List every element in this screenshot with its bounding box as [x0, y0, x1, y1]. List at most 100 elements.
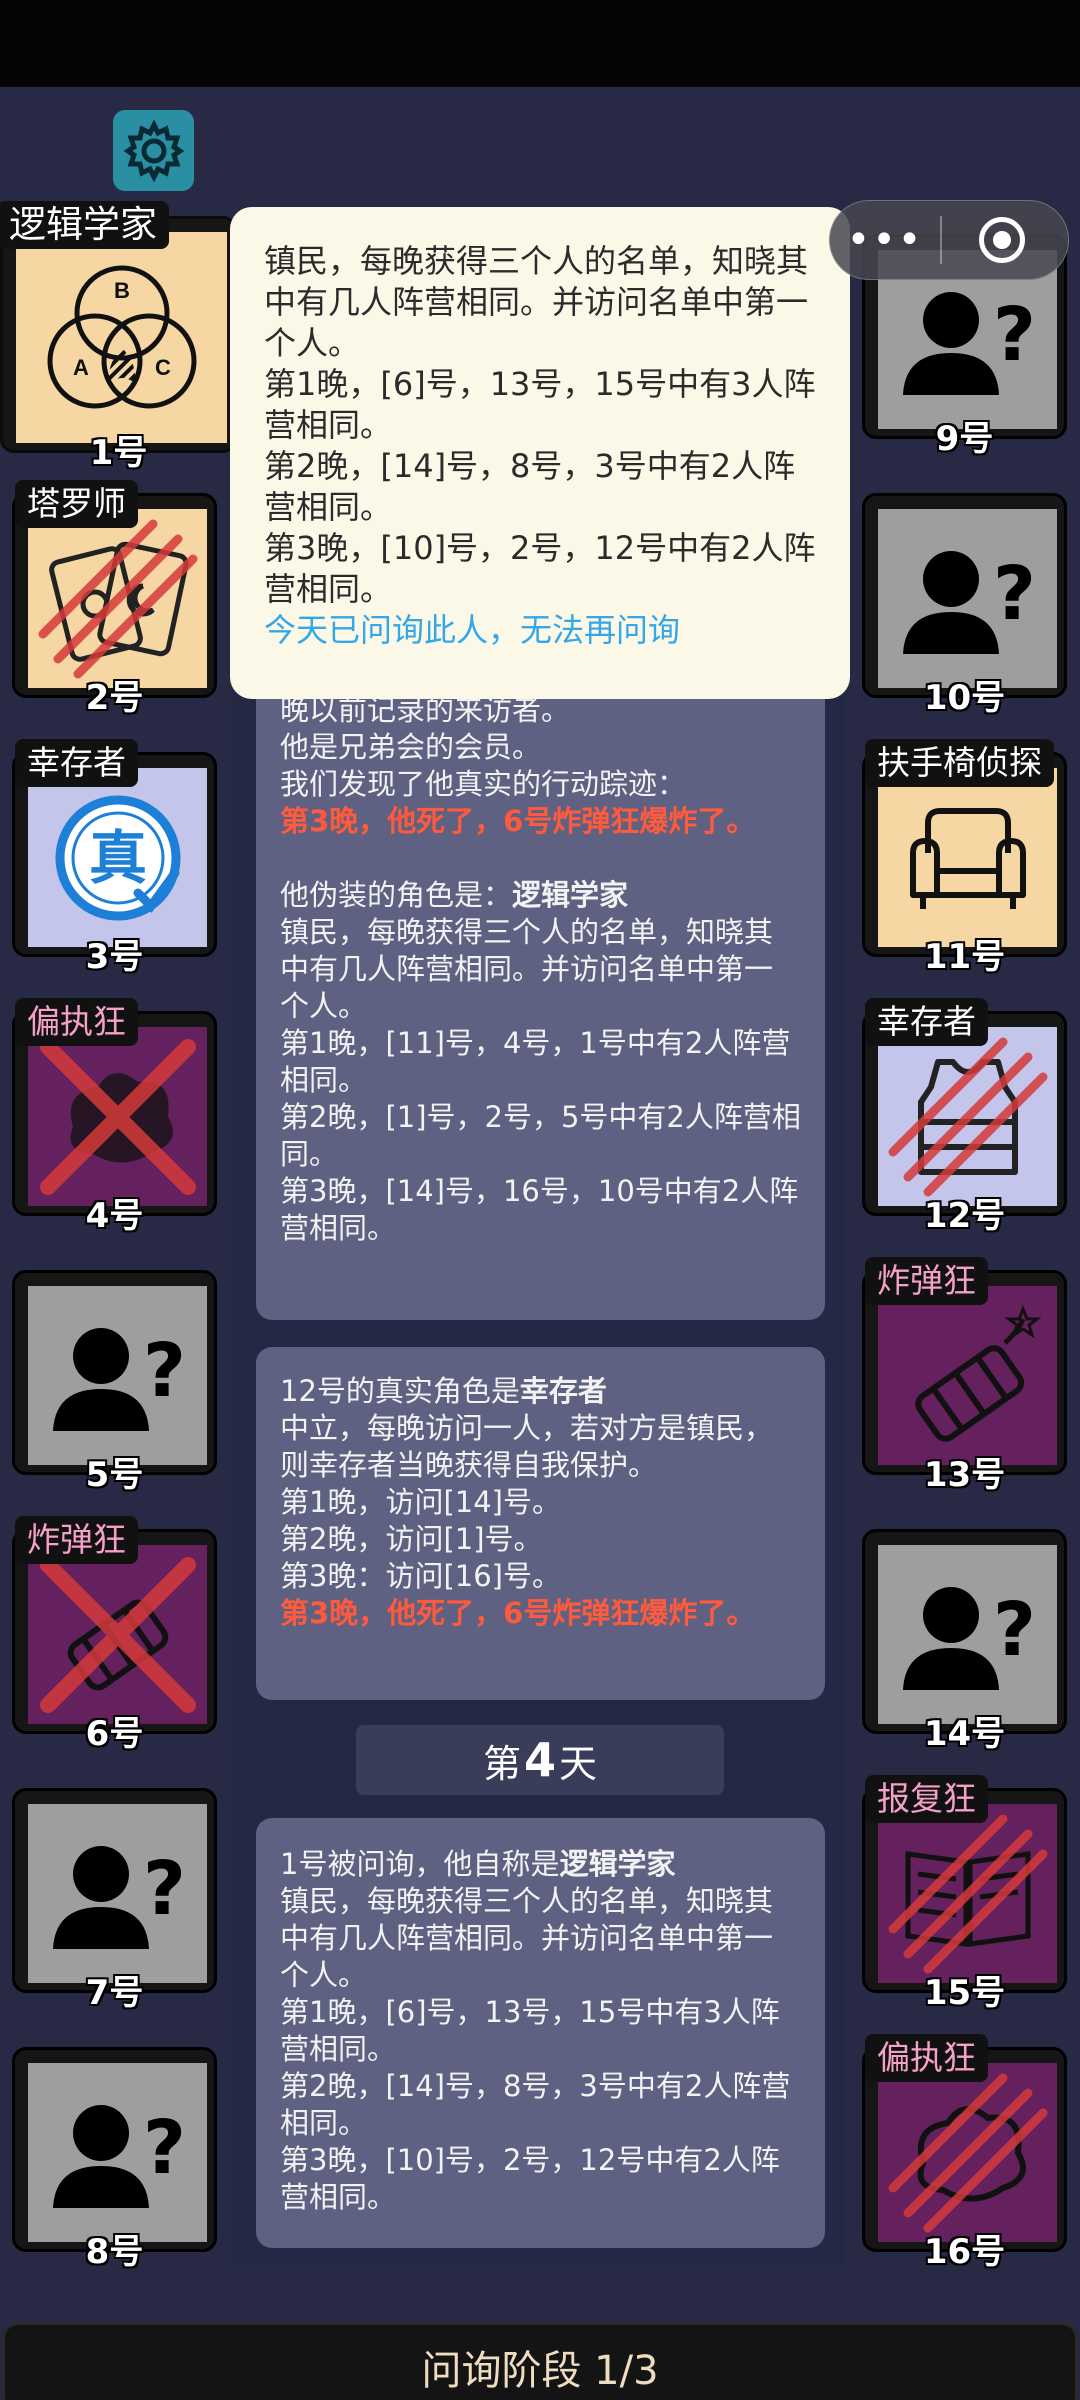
player-number: 2号 — [85, 678, 144, 718]
player-portrait — [878, 768, 1057, 947]
close-miniprogram-button[interactable] — [942, 217, 1062, 263]
night-result: 第3晚：访问[16]号。 — [280, 1559, 561, 1593]
scratch-mark — [888, 1037, 1048, 1197]
true-role: 幸存者 — [519, 1374, 607, 1408]
venn-logic-icon: B A C — [47, 265, 196, 408]
night-result: 第1晚，[11]号，4号，1号中有2人阵营相同。 — [280, 1026, 791, 1097]
night-result: 第3晚，[14]号，16号，10号中有2人阵营相同。 — [280, 1174, 799, 1245]
unknown-person-icon: ? — [902, 1586, 1036, 1690]
player-portrait: ? — [28, 1804, 207, 1983]
death-notice: 第3晚，他死了，6号炸弹狂爆炸了。 — [280, 804, 756, 838]
player-card-4[interactable]: 偏执狂 4号 — [12, 998, 217, 1236]
settings-gear-button[interactable] — [113, 110, 194, 191]
player-portrait: B A C — [16, 232, 227, 443]
player-info-popup[interactable]: 镇民，每晚获得三个人的名单，知晓其中有几人阵营相同。并访问名单中第一个人。 第1… — [230, 207, 850, 699]
armchair-icon — [909, 807, 1026, 909]
night-result: 第2晚，[14]号，8号，3号中有2人阵营相同。 — [280, 2069, 791, 2140]
player-portrait: 真 — [28, 768, 207, 947]
svg-text:?: ? — [143, 1846, 186, 1932]
night-result: 第2晚，访问[1]号。 — [280, 1522, 543, 1556]
popup-role-description: 镇民，每晚获得三个人的名单，知晓其中有几人阵营相同。并访问名单中第一个人。 — [264, 242, 809, 362]
unknown-person-icon: ? — [52, 1845, 186, 1949]
role-label: 塔罗师 — [15, 480, 138, 528]
svg-text:?: ? — [993, 551, 1036, 637]
player-portrait — [878, 1027, 1057, 1206]
night-result: 第1晚，访问[14]号。 — [280, 1485, 561, 1519]
role-label: 炸弹狂 — [15, 1516, 138, 1564]
player-card-1[interactable]: B A C 逻辑学家 1号 — [0, 201, 237, 473]
log-line: 他是兄弟会的会员。 — [280, 730, 542, 764]
player-number: 13号 — [923, 1455, 1006, 1495]
player-card-16[interactable]: 偏执狂 16号 — [862, 2034, 1067, 2272]
phase-label: 问询阶段 1/3 — [421, 2348, 659, 2394]
night-result: 第3晚，[10]号，2号，12号中有2人阵营相同。 — [280, 2143, 780, 2214]
scratch-mark — [888, 2073, 1048, 2233]
player-portrait — [28, 1027, 207, 1206]
death-notice: 第3晚，他死了，6号炸弹狂爆炸了。 — [280, 1596, 756, 1630]
log-entry: 12号的真实角色是幸存者 中立，每晚访问一人，若对方是镇民，则幸存者当晚获得自我… — [256, 1347, 825, 1700]
player-portrait: ? — [878, 1545, 1057, 1724]
player-portrait — [878, 1286, 1057, 1465]
unknown-person-icon: ? — [52, 1327, 185, 1431]
venn-label: A — [73, 355, 89, 380]
player-number: 16号 — [923, 2232, 1006, 2272]
night-result: 第2晚，[1]号，2号，5号中有2人阵营相同。 — [280, 1100, 801, 1171]
venn-label: B — [114, 278, 130, 303]
popup-night-result: 第2晚，[14]号，8号，3号中有2人阵营相同。 — [264, 447, 796, 526]
player-number: 1号 — [89, 433, 148, 473]
player-portrait: ? — [878, 509, 1057, 688]
player-portrait: ? — [28, 1286, 207, 1465]
role-label: 幸存者 — [15, 739, 138, 787]
log-line: 他伪装的角色是：逻辑学家 — [280, 878, 629, 912]
bomb-icon — [914, 1304, 1041, 1442]
player-card-11[interactable]: 扶手椅侦探 11号 — [862, 739, 1067, 977]
venn-label: C — [155, 355, 171, 380]
player-card-8[interactable]: ? 8号 — [12, 2047, 217, 2272]
player-portrait — [28, 509, 207, 688]
player-card-3[interactable]: 真 幸存者 3号 — [12, 739, 217, 977]
player-card-5[interactable]: ? 5号 — [12, 1270, 217, 1495]
truth-stamp-icon: 真 — [55, 795, 180, 920]
player-number: 6号 — [85, 1714, 144, 1754]
role-label: 偏执狂 — [15, 998, 138, 1046]
dead-cross-mark — [40, 1557, 196, 1713]
player-number: 12号 — [923, 1196, 1006, 1236]
player-number: 11号 — [923, 937, 1006, 977]
player-portrait — [878, 1804, 1057, 1983]
unknown-person-icon: ? — [902, 291, 1035, 395]
more-menu-button[interactable]: ••• — [830, 220, 940, 260]
player-card-7[interactable]: ? 7号 — [12, 1788, 217, 2013]
player-number: 9号 — [935, 419, 994, 459]
player-number: 5号 — [85, 1455, 144, 1495]
svg-text:?: ? — [993, 1587, 1036, 1673]
player-portrait — [878, 2063, 1057, 2242]
player-number: 14号 — [923, 1714, 1006, 1754]
role-description: 中立，每晚访问一人，若对方是镇民，则幸存者当晚获得自我保护。 — [280, 1411, 774, 1482]
gear-icon — [122, 118, 185, 183]
player-number: 4号 — [85, 1196, 144, 1236]
player-portrait — [28, 1545, 207, 1724]
player-card-2[interactable]: 塔罗师 2号 — [12, 480, 217, 718]
scratch-mark — [38, 519, 198, 679]
player-card-15[interactable]: 报复狂 15号 — [862, 1775, 1067, 2013]
dead-cross-mark — [40, 1039, 196, 1195]
role-label: 逻辑学家 — [0, 201, 169, 249]
player-card-10[interactable]: ? 10号 — [862, 493, 1067, 718]
log-entry: 1号被问询，他自称是逻辑学家 镇民，每晚获得三个人的名单，知晓其中有几人阵营相同… — [256, 1818, 825, 2248]
already-questioned-notice: 今天已问询此人，无法再问询 — [264, 611, 681, 649]
role-label: 幸存者 — [865, 998, 988, 1046]
player-card-12[interactable]: 幸存者 12号 — [862, 998, 1067, 1236]
player-card-13[interactable]: 炸弹狂 13号 — [862, 1257, 1067, 1495]
log-line: 我们发现了他真实的行动踪迹： — [280, 767, 687, 801]
day-number: 4 — [523, 1733, 556, 1787]
player-card-14[interactable]: ? 14号 — [862, 1529, 1067, 1754]
player-number: 7号 — [85, 1973, 144, 2013]
player-card-6[interactable]: 炸弹狂 6号 — [12, 1516, 217, 1754]
svg-text:?: ? — [143, 2105, 186, 2191]
unknown-person-icon: ? — [52, 2104, 186, 2208]
player-portrait: ? — [28, 2063, 207, 2242]
role-label: 报复狂 — [865, 1775, 988, 1823]
role-label: 炸弹狂 — [865, 1257, 988, 1305]
log-line: 1号被问询，他自称是逻辑学家 — [280, 1847, 676, 1881]
miniprogram-capsule: ••• — [829, 200, 1069, 280]
